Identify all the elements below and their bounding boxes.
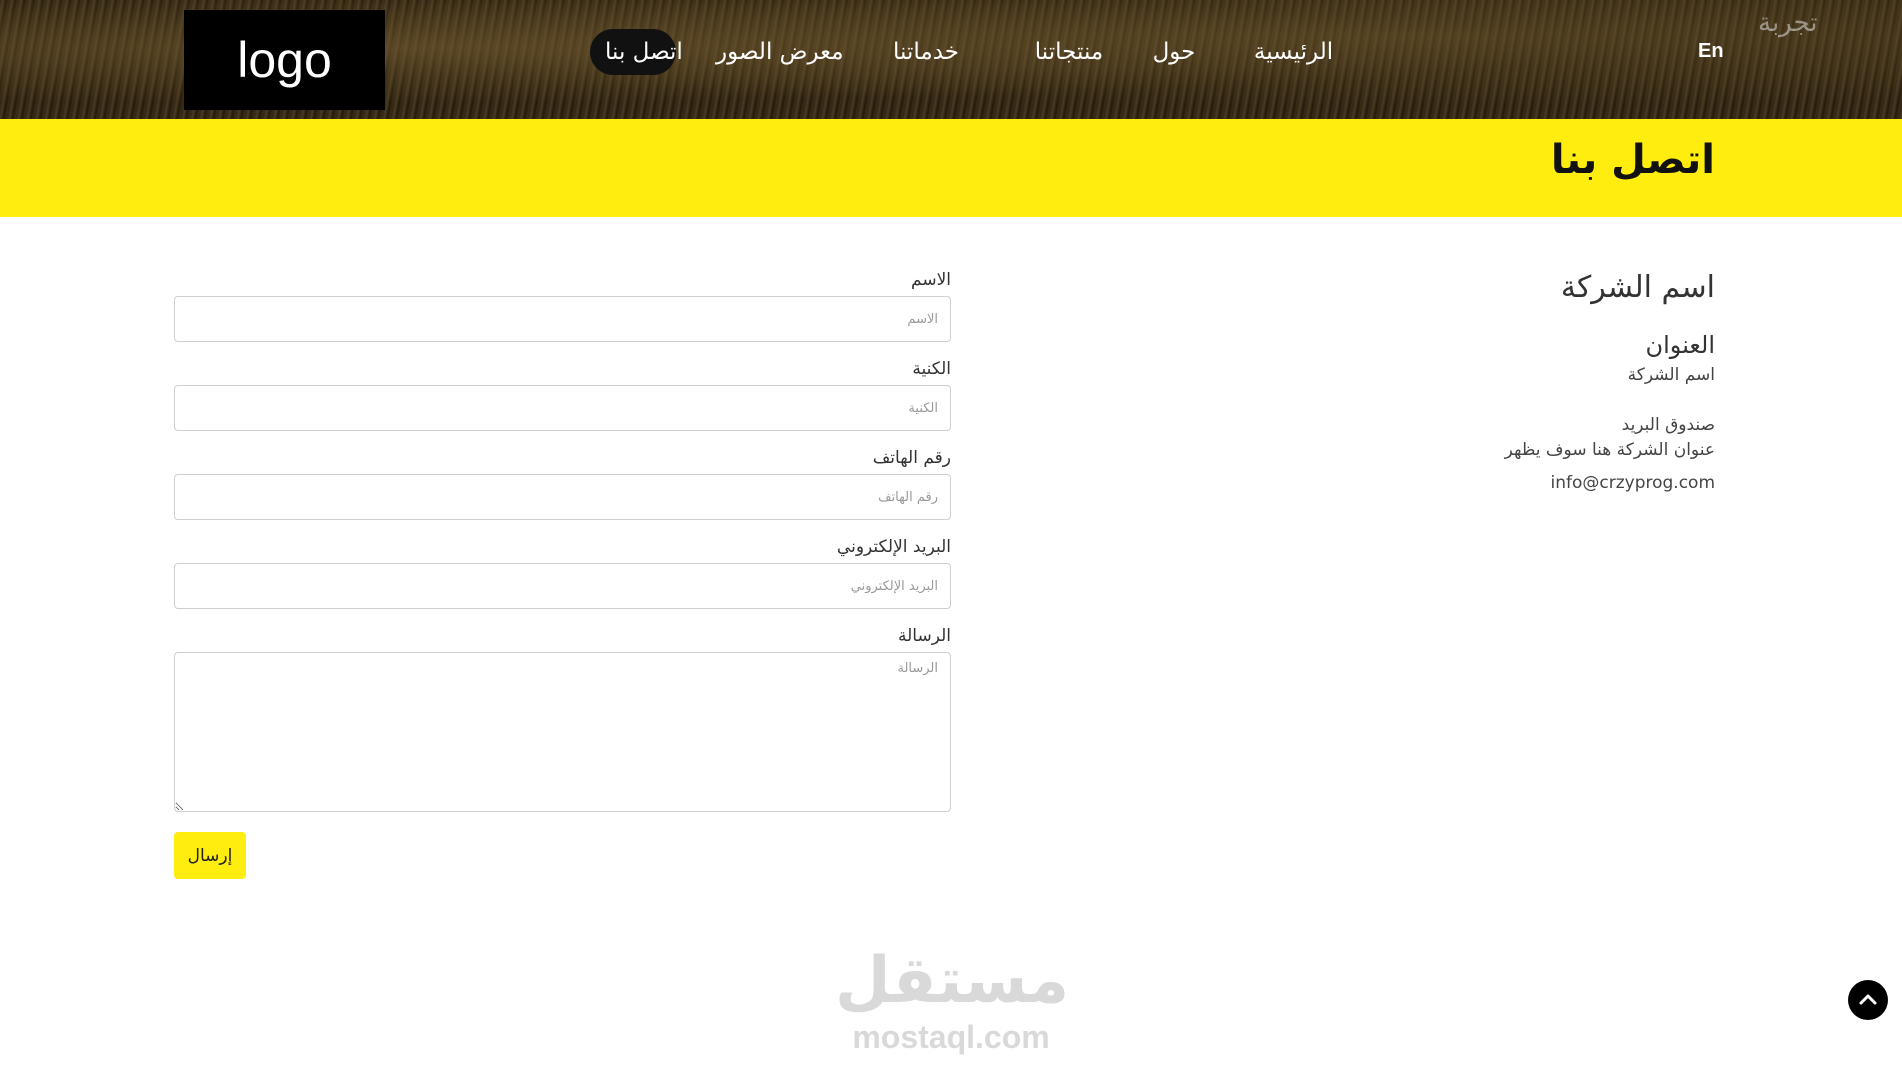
name-label: الاسم bbox=[911, 270, 951, 290]
email-label: البريد الإلكتروني bbox=[836, 537, 951, 557]
contact-form: الاسم الكنية رقم الهاتف البريد الإلكترون… bbox=[174, 268, 951, 827]
message-label: الرسالة bbox=[897, 626, 951, 646]
page-banner: اتصل بنا bbox=[0, 119, 1902, 217]
message-textarea[interactable] bbox=[174, 652, 951, 812]
watermark-arabic: مستقل bbox=[835, 944, 1070, 1018]
nav-item-services[interactable]: خدماتنا bbox=[887, 29, 965, 75]
page-title: اتصل بنا bbox=[1550, 137, 1715, 183]
nav-item-products[interactable]: منتجاتنا bbox=[1027, 29, 1111, 75]
watermark-latin: mostaql.com bbox=[852, 1019, 1050, 1055]
address-line: اسم الشركة bbox=[1627, 365, 1715, 385]
top-navbar: logo اتصل بنا معرض الصور خدماتنا منتجاتن… bbox=[0, 0, 1902, 119]
phone-label: رقم الهاتف bbox=[872, 448, 951, 468]
company-email[interactable]: info@crzyprog.com bbox=[1295, 473, 1715, 493]
company-name: اسم الشركة bbox=[1560, 270, 1715, 305]
email-input[interactable] bbox=[174, 563, 951, 609]
pobox-label: صندوق البريد bbox=[1621, 415, 1715, 435]
address-heading: العنوان bbox=[1645, 331, 1716, 359]
nav-item-home[interactable]: الرئيسية bbox=[1245, 29, 1342, 75]
name-input[interactable] bbox=[174, 296, 951, 342]
chevron-up-icon bbox=[1859, 994, 1877, 1005]
main-nav: اتصل بنا معرض الصور خدماتنا منتجاتنا حول… bbox=[590, 29, 1342, 75]
nav-item-contact[interactable]: اتصل بنا bbox=[590, 29, 683, 75]
phone-input[interactable] bbox=[174, 474, 951, 520]
company-info: اسم الشركة العنوان اسم الشركة صندوق البر… bbox=[1295, 270, 1715, 493]
nav-item-about[interactable]: حول bbox=[1150, 29, 1198, 75]
surname-input[interactable] bbox=[174, 385, 951, 431]
scroll-top-button[interactable] bbox=[1848, 980, 1888, 1020]
brand-text: تجربة bbox=[1758, 8, 1818, 38]
pobox-value: عنوان الشركة هنا سوف يظهر bbox=[1504, 440, 1715, 460]
site-logo[interactable]: logo bbox=[184, 10, 385, 110]
submit-button[interactable]: إرسال bbox=[174, 832, 246, 879]
watermark: مستقل mostaql.com bbox=[835, 940, 1070, 1055]
language-switch[interactable]: En bbox=[1698, 40, 1724, 63]
surname-label: الكنية bbox=[912, 359, 951, 379]
nav-item-gallery[interactable]: معرض الصور bbox=[716, 29, 844, 75]
